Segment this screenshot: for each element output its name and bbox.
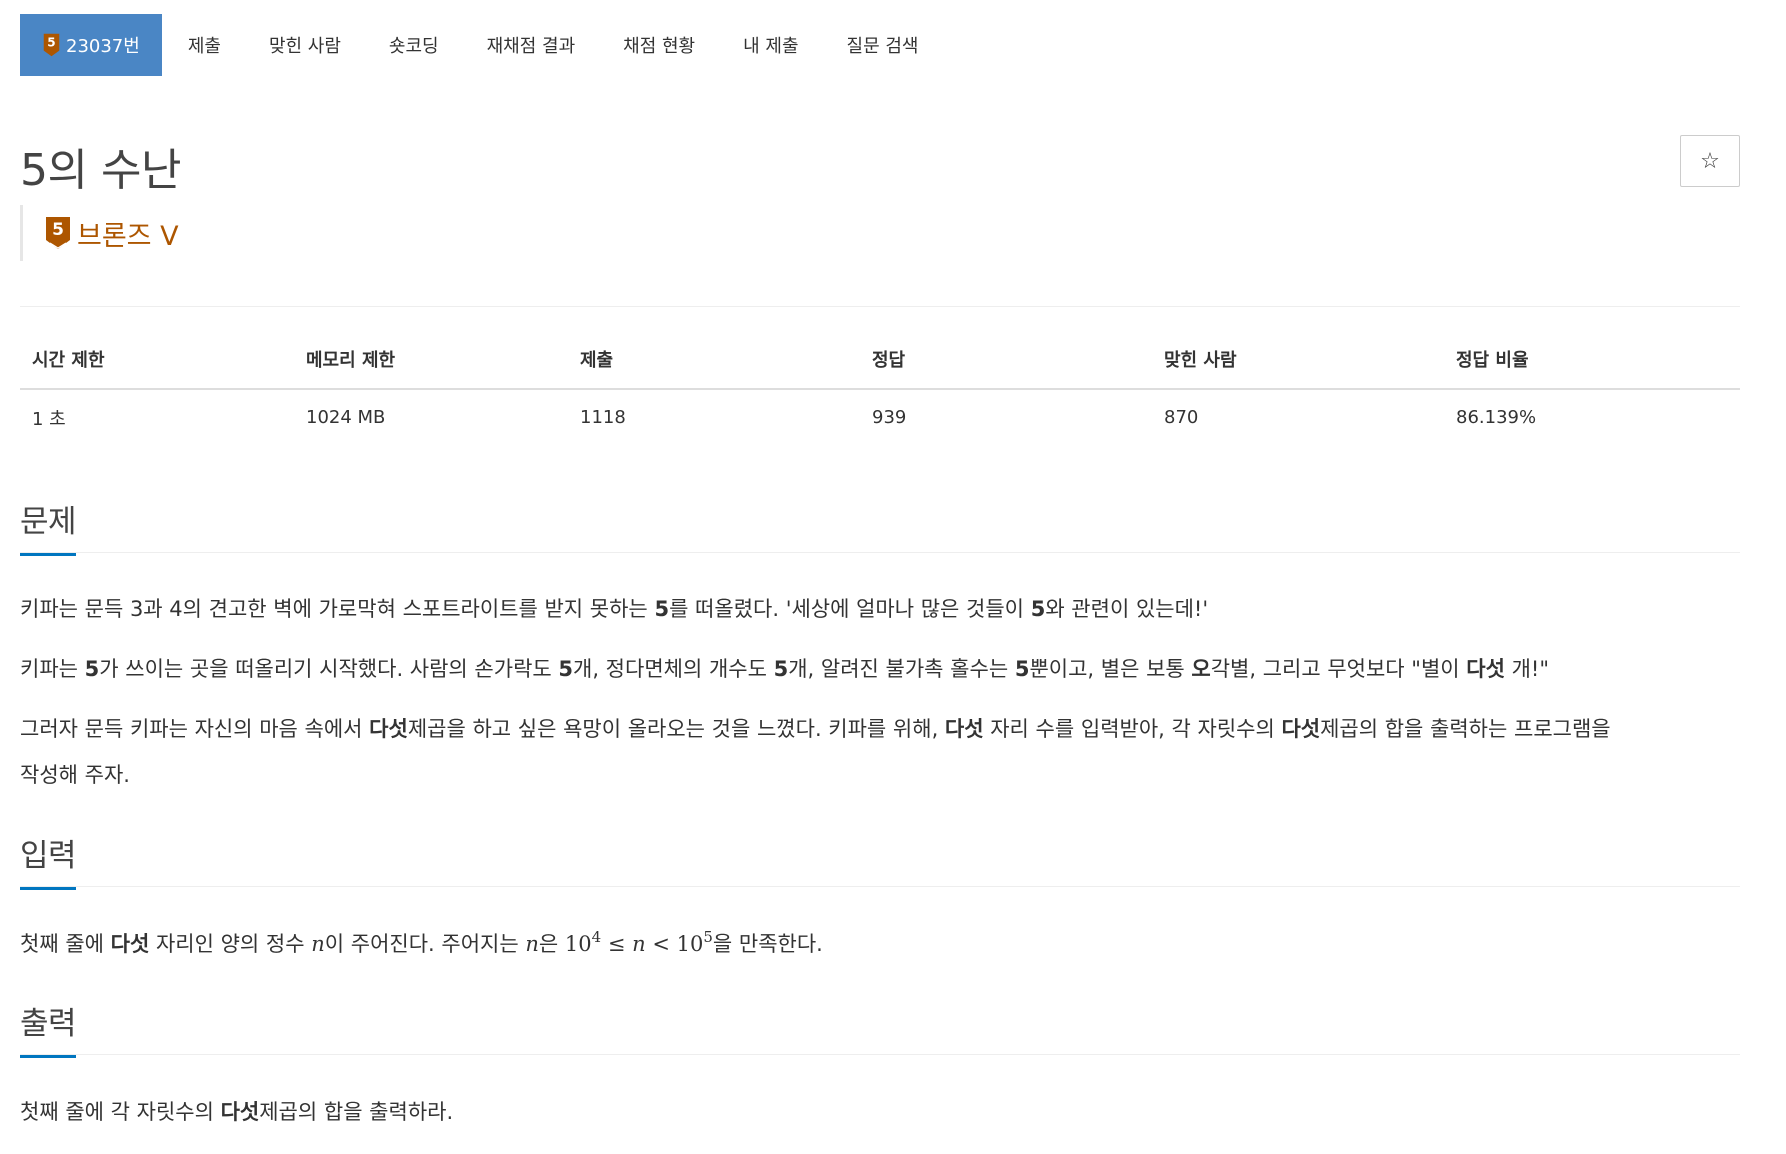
problem-tier: 5 브론즈 V [20, 205, 179, 261]
bronze-tier-icon: 5 [43, 33, 60, 57]
input-paragraph: 첫째 줄에 다섯 자리인 양의 정수 n이 주어진다. 주어지는 n은 104 … [20, 928, 823, 957]
section-description: 문제 [20, 496, 1740, 556]
header-solved-users: 맞힌 사람 [1164, 350, 1237, 371]
tab-question-search[interactable]: 질문 검색 [823, 14, 943, 76]
section-heading-input: 입력 [20, 830, 77, 890]
description-paragraph-2: 키파는 5가 쓰이는 곳을 떠올리기 시작했다. 사람의 손가락도 5개, 정다… [20, 657, 1549, 681]
value-accepted: 939 [872, 407, 907, 428]
header-submissions: 제출 [580, 350, 614, 371]
table-row: 1 초 1024 MB 1118 939 870 86.139% [20, 390, 1740, 445]
tier-name: 브론즈 V [77, 220, 179, 252]
table-header-row: 시간 제한 메모리 제한 제출 정답 맞힌 사람 정답 비율 [20, 330, 1740, 390]
value-time-limit: 1 초 [32, 408, 66, 430]
value-memory-limit: 1024 MB [306, 407, 386, 428]
value-solved-users: 870 [1164, 407, 1199, 428]
header-accepted: 정답 [872, 350, 906, 371]
star-icon: ☆ [1700, 148, 1720, 174]
header-accept-ratio: 정답 비율 [1456, 350, 1529, 371]
section-output: 출력 [20, 998, 1740, 1058]
bronze-tier-icon: 5 [46, 217, 70, 249]
problem-info-table: 시간 제한 메모리 제한 제출 정답 맞힌 사람 정답 비율 1 초 1024 … [20, 330, 1740, 445]
tab-solved-users[interactable]: 맞힌 사람 [245, 14, 365, 76]
tab-short-coding[interactable]: 숏코딩 [365, 14, 463, 76]
header-time-limit: 시간 제한 [32, 350, 105, 371]
tab-problem-number-label: 23037번 [66, 36, 140, 57]
tab-my-submissions[interactable]: 내 제출 [719, 14, 822, 76]
section-input: 입력 [20, 830, 1740, 890]
value-submissions: 1118 [580, 407, 626, 428]
title-divider [20, 306, 1740, 307]
header-memory-limit: 메모리 제한 [306, 350, 396, 371]
tab-submit[interactable]: 제출 [164, 14, 245, 76]
problem-title: 5의 수난 [20, 145, 181, 196]
favorite-star-button[interactable]: ☆ [1680, 135, 1740, 187]
svg-text:5: 5 [47, 35, 55, 49]
tab-problem-number[interactable]: 5 23037번 [20, 14, 162, 76]
tab-judge-status[interactable]: 채점 현황 [599, 14, 719, 76]
value-accept-ratio: 86.139% [1456, 407, 1537, 428]
description-paragraph-3: 그러자 문득 키파는 자신의 마음 속에서 다섯제곱을 하고 싶은 욕망이 올라… [20, 717, 1611, 741]
output-paragraph: 첫째 줄에 각 자릿수의 다섯제곱의 합을 출력하라. [20, 1100, 454, 1124]
description-paragraph-3-cont: 작성해 주자. [20, 763, 130, 787]
tab-rejudge-results[interactable]: 재채점 결과 [463, 14, 600, 76]
section-heading-output: 출력 [20, 998, 77, 1058]
problem-page: 5 23037번 제출 맞힌 사람 숏코딩 재채점 결과 채점 현황 내 제출 … [0, 0, 1786, 1154]
svg-text:5: 5 [52, 220, 64, 240]
description-paragraph-1: 키파는 문득 3과 4의 견고한 벽에 가로막혀 스포트라이트를 받지 못하는 … [20, 597, 1209, 621]
section-heading-description: 문제 [20, 496, 77, 556]
problem-tabs: 5 23037번 제출 맞힌 사람 숏코딩 재채점 결과 채점 현황 내 제출 … [20, 14, 942, 76]
